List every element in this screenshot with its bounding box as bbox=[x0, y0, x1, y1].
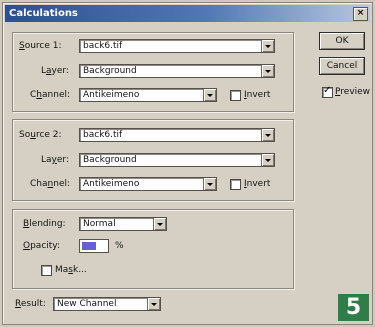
title-bar: Calculations × bbox=[5, 5, 370, 22]
chevron-down-icon bbox=[261, 129, 274, 141]
source1-channel-value: Antikeimeno bbox=[83, 90, 140, 100]
source1-channel-label: Channel: bbox=[30, 90, 71, 100]
blending-label: Blending: bbox=[23, 219, 66, 229]
close-icon: × bbox=[356, 8, 365, 18]
source2-invert-label: Invert bbox=[244, 179, 271, 189]
source1-channel-select[interactable]: Antikeimeno bbox=[79, 88, 217, 102]
source2-channel-value: Antikeimeno bbox=[83, 179, 140, 189]
source2-channel-label: Channel: bbox=[30, 179, 71, 189]
blending-mode-value: Normal bbox=[83, 219, 116, 229]
blending-mode-select[interactable]: Normal bbox=[79, 217, 167, 231]
cancel-button[interactable]: Cancel bbox=[319, 57, 365, 75]
source1-label: Source 1: bbox=[19, 41, 62, 51]
source1-layer-label: Layer: bbox=[41, 66, 69, 76]
source1-layer-select[interactable]: Background bbox=[79, 64, 275, 78]
source2-file-select[interactable]: back6.tif bbox=[79, 128, 275, 142]
source1-file-select[interactable]: back6.tif bbox=[79, 39, 275, 53]
chevron-down-icon bbox=[153, 218, 166, 230]
dialog-title: Calculations bbox=[9, 8, 78, 19]
step-number-badge: 5 bbox=[338, 294, 369, 321]
source2-invert-checkbox[interactable] bbox=[230, 179, 241, 190]
source2-layer-label: Layer: bbox=[41, 155, 69, 165]
result-select[interactable]: New Channel bbox=[53, 297, 161, 311]
result-label: Result: bbox=[15, 299, 46, 309]
preview-checkbox[interactable] bbox=[322, 85, 333, 98]
ok-button[interactable]: OK bbox=[319, 32, 365, 50]
source1-invert-label: Invert bbox=[244, 90, 271, 100]
source2-layer-value: Background bbox=[83, 155, 137, 165]
result-value: New Channel bbox=[57, 299, 117, 309]
chevron-down-icon bbox=[203, 89, 216, 101]
calculations-dialog: Calculations × Source 1: back6.tif Layer… bbox=[2, 2, 373, 325]
opacity-input[interactable] bbox=[79, 239, 109, 253]
source1-invert-checkbox[interactable] bbox=[230, 90, 241, 101]
source2-channel-select[interactable]: Antikeimeno bbox=[79, 177, 217, 191]
chevron-down-icon bbox=[261, 65, 274, 77]
chevron-down-icon bbox=[203, 178, 216, 190]
source2-label: Source 2: bbox=[19, 130, 62, 140]
source1-layer-value: Background bbox=[83, 66, 137, 76]
close-button[interactable]: × bbox=[353, 7, 368, 21]
opacity-selection-highlight bbox=[82, 242, 96, 250]
chevron-down-icon bbox=[261, 40, 274, 52]
source2-layer-select[interactable]: Background bbox=[79, 153, 275, 167]
opacity-label: Opacity: bbox=[23, 241, 61, 251]
mask-checkbox[interactable] bbox=[41, 265, 52, 276]
mask-label: Mask... bbox=[55, 265, 87, 275]
preview-label: Preview bbox=[335, 87, 371, 97]
source1-file-value: back6.tif bbox=[83, 41, 123, 51]
chevron-down-icon bbox=[147, 298, 160, 310]
opacity-unit: % bbox=[115, 241, 124, 251]
source2-file-value: back6.tif bbox=[83, 130, 123, 140]
chevron-down-icon bbox=[261, 154, 274, 166]
